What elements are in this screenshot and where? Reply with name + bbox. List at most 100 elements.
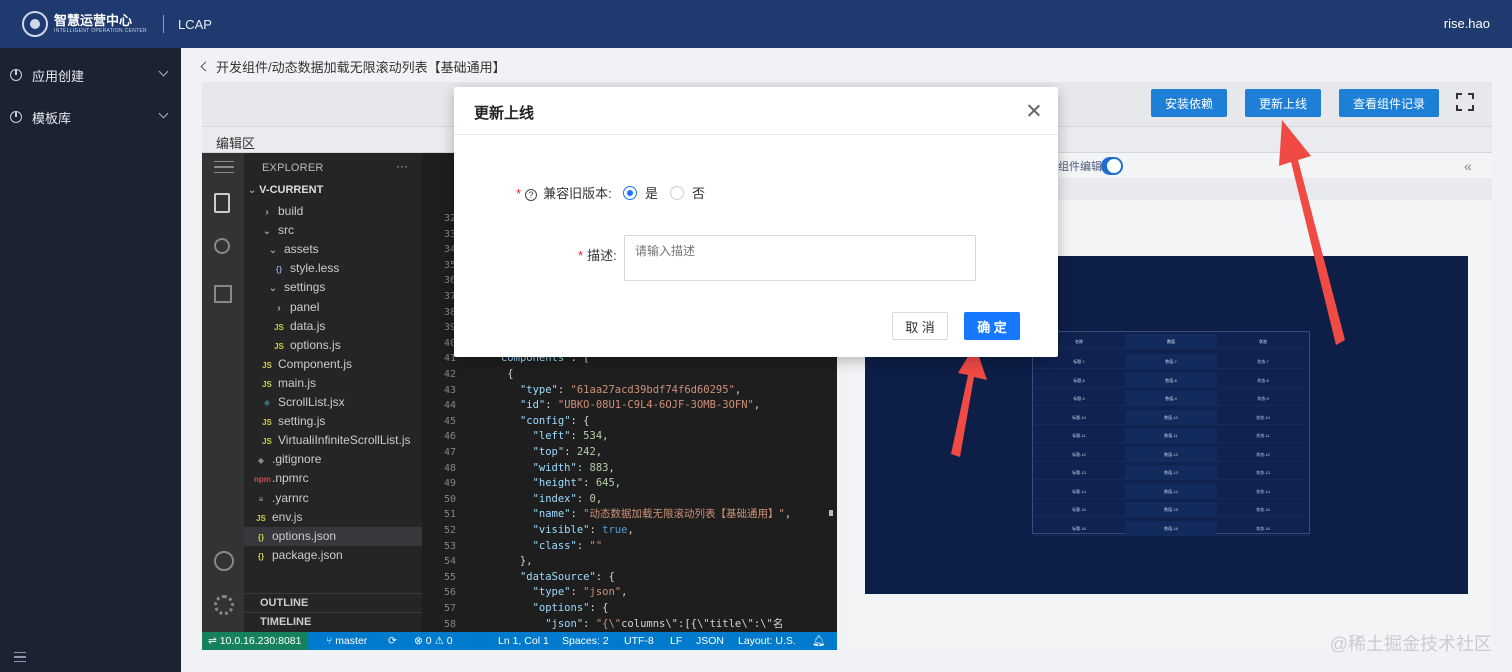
keyboard-layout[interactable]: Layout: U.S. (738, 632, 796, 650)
branch-indicator[interactable]: ⑂ master (326, 632, 367, 650)
tree-item[interactable]: {} package.json (244, 546, 422, 565)
tree-item[interactable]: JS env.js (244, 508, 422, 527)
radio-unchecked-icon[interactable] (670, 185, 684, 200)
component-edit-toggle[interactable] (1101, 157, 1123, 175)
indent-setting[interactable]: Spaces: 2 (562, 632, 609, 650)
tree-item[interactable]: ⌄ settings (244, 278, 422, 297)
code-line: "dataSource": { (519, 570, 615, 583)
logo[interactable]: 智慧运营中心 INTELLIGENT OPERATION CENTER (22, 11, 147, 37)
eol-setting[interactable]: LF (670, 632, 682, 650)
status-bar: ⇌ 10.0.16.230:8081 ⑂ master ⟳ ⊗ 0 ⚠ 0 Ln… (202, 632, 837, 650)
menu-icon[interactable] (214, 161, 234, 173)
code-line: "json": "{\"columns\":[{\"title\":\"名 (545, 617, 784, 630)
problems-indicator[interactable]: ⊗ 0 ⚠ 0 (414, 632, 453, 650)
tree-item-label: assets (284, 242, 319, 257)
editor-title: 编辑区 (216, 136, 256, 151)
cancel-button[interactable]: 取 消 (892, 312, 948, 340)
tree-item[interactable]: ⚛ ScrollList.jsx (244, 393, 422, 412)
tree-item[interactable]: ◆ .gitignore (244, 450, 422, 469)
pie-chart-icon (10, 69, 22, 81)
sidebar: 应用创建 模板库 (0, 48, 181, 672)
tree-item-label: .npmrc (272, 471, 309, 486)
tree-item-label: src (278, 223, 294, 238)
close-icon[interactable] (1028, 104, 1040, 116)
description-input[interactable] (624, 235, 976, 281)
code-line: "type": "json", (532, 586, 628, 599)
scrollbar[interactable] (829, 510, 833, 516)
tree-item[interactable]: JS Component.js (244, 355, 422, 374)
back-arrow-icon[interactable] (200, 61, 211, 72)
help-icon[interactable]: ? (525, 189, 538, 201)
sync-icon[interactable]: ⟳ (388, 632, 397, 650)
tree-item[interactable]: JS setting.js (244, 412, 422, 431)
tree-item[interactable]: ⌄ src (244, 221, 422, 240)
app-name[interactable]: LCAP (178, 17, 212, 32)
explorer-root[interactable]: ⌄ V-CURRENT (248, 184, 323, 196)
preview-table-row: 标题-10 数值-10 状态-10 (1033, 409, 1309, 425)
code-line: "name": "动态数据加载无限滚动列表【基础通用】", (532, 508, 792, 521)
sidebar-item-app-create[interactable]: 应用创建 (0, 54, 181, 96)
header-divider (162, 15, 164, 33)
tree-item[interactable]: npm.npmrc (244, 469, 422, 488)
line-number: 38 (443, 306, 456, 318)
tree-item-label: .yarnrc (272, 490, 309, 505)
language-mode[interactable]: JSON (696, 632, 724, 650)
code-line: "config": { (519, 414, 590, 427)
tree-item[interactable]: › build (244, 202, 422, 221)
tree-item[interactable]: ≡ .yarnrc (244, 489, 422, 508)
collapse-left-icon[interactable]: « (1464, 158, 1472, 174)
preview-table-row: 标题-7 数值-7 状态-7 (1033, 354, 1309, 369)
more-icon[interactable]: ··· (396, 159, 408, 173)
line-number: 32 (443, 213, 456, 224)
fullscreen-icon[interactable] (1456, 93, 1474, 111)
tree-item[interactable]: JS data.js (244, 317, 422, 336)
breadcrumb-text[interactable]: 开发组件/动态数据加载无限滚动列表【基础通用】 (216, 57, 506, 76)
outline-section[interactable]: OUTLINE (244, 593, 422, 612)
line-number: 46 (443, 431, 456, 443)
line-number: 47 (443, 447, 456, 458)
account-icon[interactable] (214, 551, 234, 571)
compat-yes-radio[interactable]: 是 (623, 183, 658, 202)
install-deps-button[interactable]: 安装依赖 (1151, 89, 1227, 117)
tree-item[interactable]: ⌄ assets (244, 240, 422, 259)
js-file-icon: JS (262, 437, 272, 447)
timeline-section[interactable]: TIMELINE (244, 612, 422, 631)
tree-item[interactable]: {} options.json (244, 526, 422, 546)
radio-checked-icon[interactable] (623, 185, 637, 200)
bell-icon[interactable]: 🔔︎ (812, 632, 825, 650)
extensions-icon[interactable] (214, 285, 232, 303)
watermark: @稀土掘金技术社区 (1329, 634, 1492, 654)
logo-subtitle: INTELLIGENT OPERATION CENTER (54, 27, 147, 34)
compat-no-radio[interactable]: 否 (670, 183, 705, 202)
tree-item-label: style.less (290, 261, 340, 276)
search-icon[interactable] (214, 238, 230, 254)
line-number: 49 (443, 478, 456, 490)
preview-table-row: 标题-13 数值-13 状态-13 (1033, 465, 1309, 480)
preview-table-row: 标题-8 数值-8 状态-8 (1033, 372, 1309, 388)
confirm-button[interactable]: 确 定 (964, 312, 1020, 340)
required-mark: * (516, 186, 522, 201)
tree-item[interactable]: {} style.less (244, 259, 422, 278)
menu-collapse-icon[interactable] (14, 652, 26, 662)
tree-item[interactable]: JS VirtualiInfiniteScrollList.js (244, 431, 422, 450)
tree-item[interactable]: JS main.js (244, 374, 422, 393)
encoding-setting[interactable]: UTF-8 (624, 632, 654, 650)
tree-item[interactable]: JS options.js (244, 336, 422, 355)
gear-icon[interactable] (214, 595, 234, 615)
chevron-down-icon (158, 66, 169, 77)
user-name[interactable]: rise.hao (1444, 16, 1490, 31)
view-history-button[interactable]: 查看组件记录 (1339, 89, 1439, 117)
files-icon[interactable] (214, 193, 230, 213)
tree-item[interactable]: › panel (244, 298, 422, 317)
preview-table-header: 名称 数值 状态 (1033, 334, 1309, 349)
top-header: 智慧运营中心 INTELLIGENT OPERATION CENTER LCAP… (0, 0, 1512, 48)
cursor-position[interactable]: Ln 1, Col 1 (498, 632, 549, 650)
tree-item-label: .gitignore (272, 452, 322, 467)
update-online-button[interactable]: 更新上线 (1245, 89, 1321, 117)
logo-icon (22, 11, 48, 37)
tree-item-label: env.js (272, 509, 303, 524)
code-line: }, (482, 555, 533, 568)
remote-indicator[interactable]: ⇌ 10.0.16.230:8081 (202, 632, 308, 650)
code-line: "id": "UBKO-08U1-C9L4-6OJF-3OMB-3OFN", (519, 399, 761, 412)
sidebar-item-templates[interactable]: 模板库 (0, 96, 181, 138)
